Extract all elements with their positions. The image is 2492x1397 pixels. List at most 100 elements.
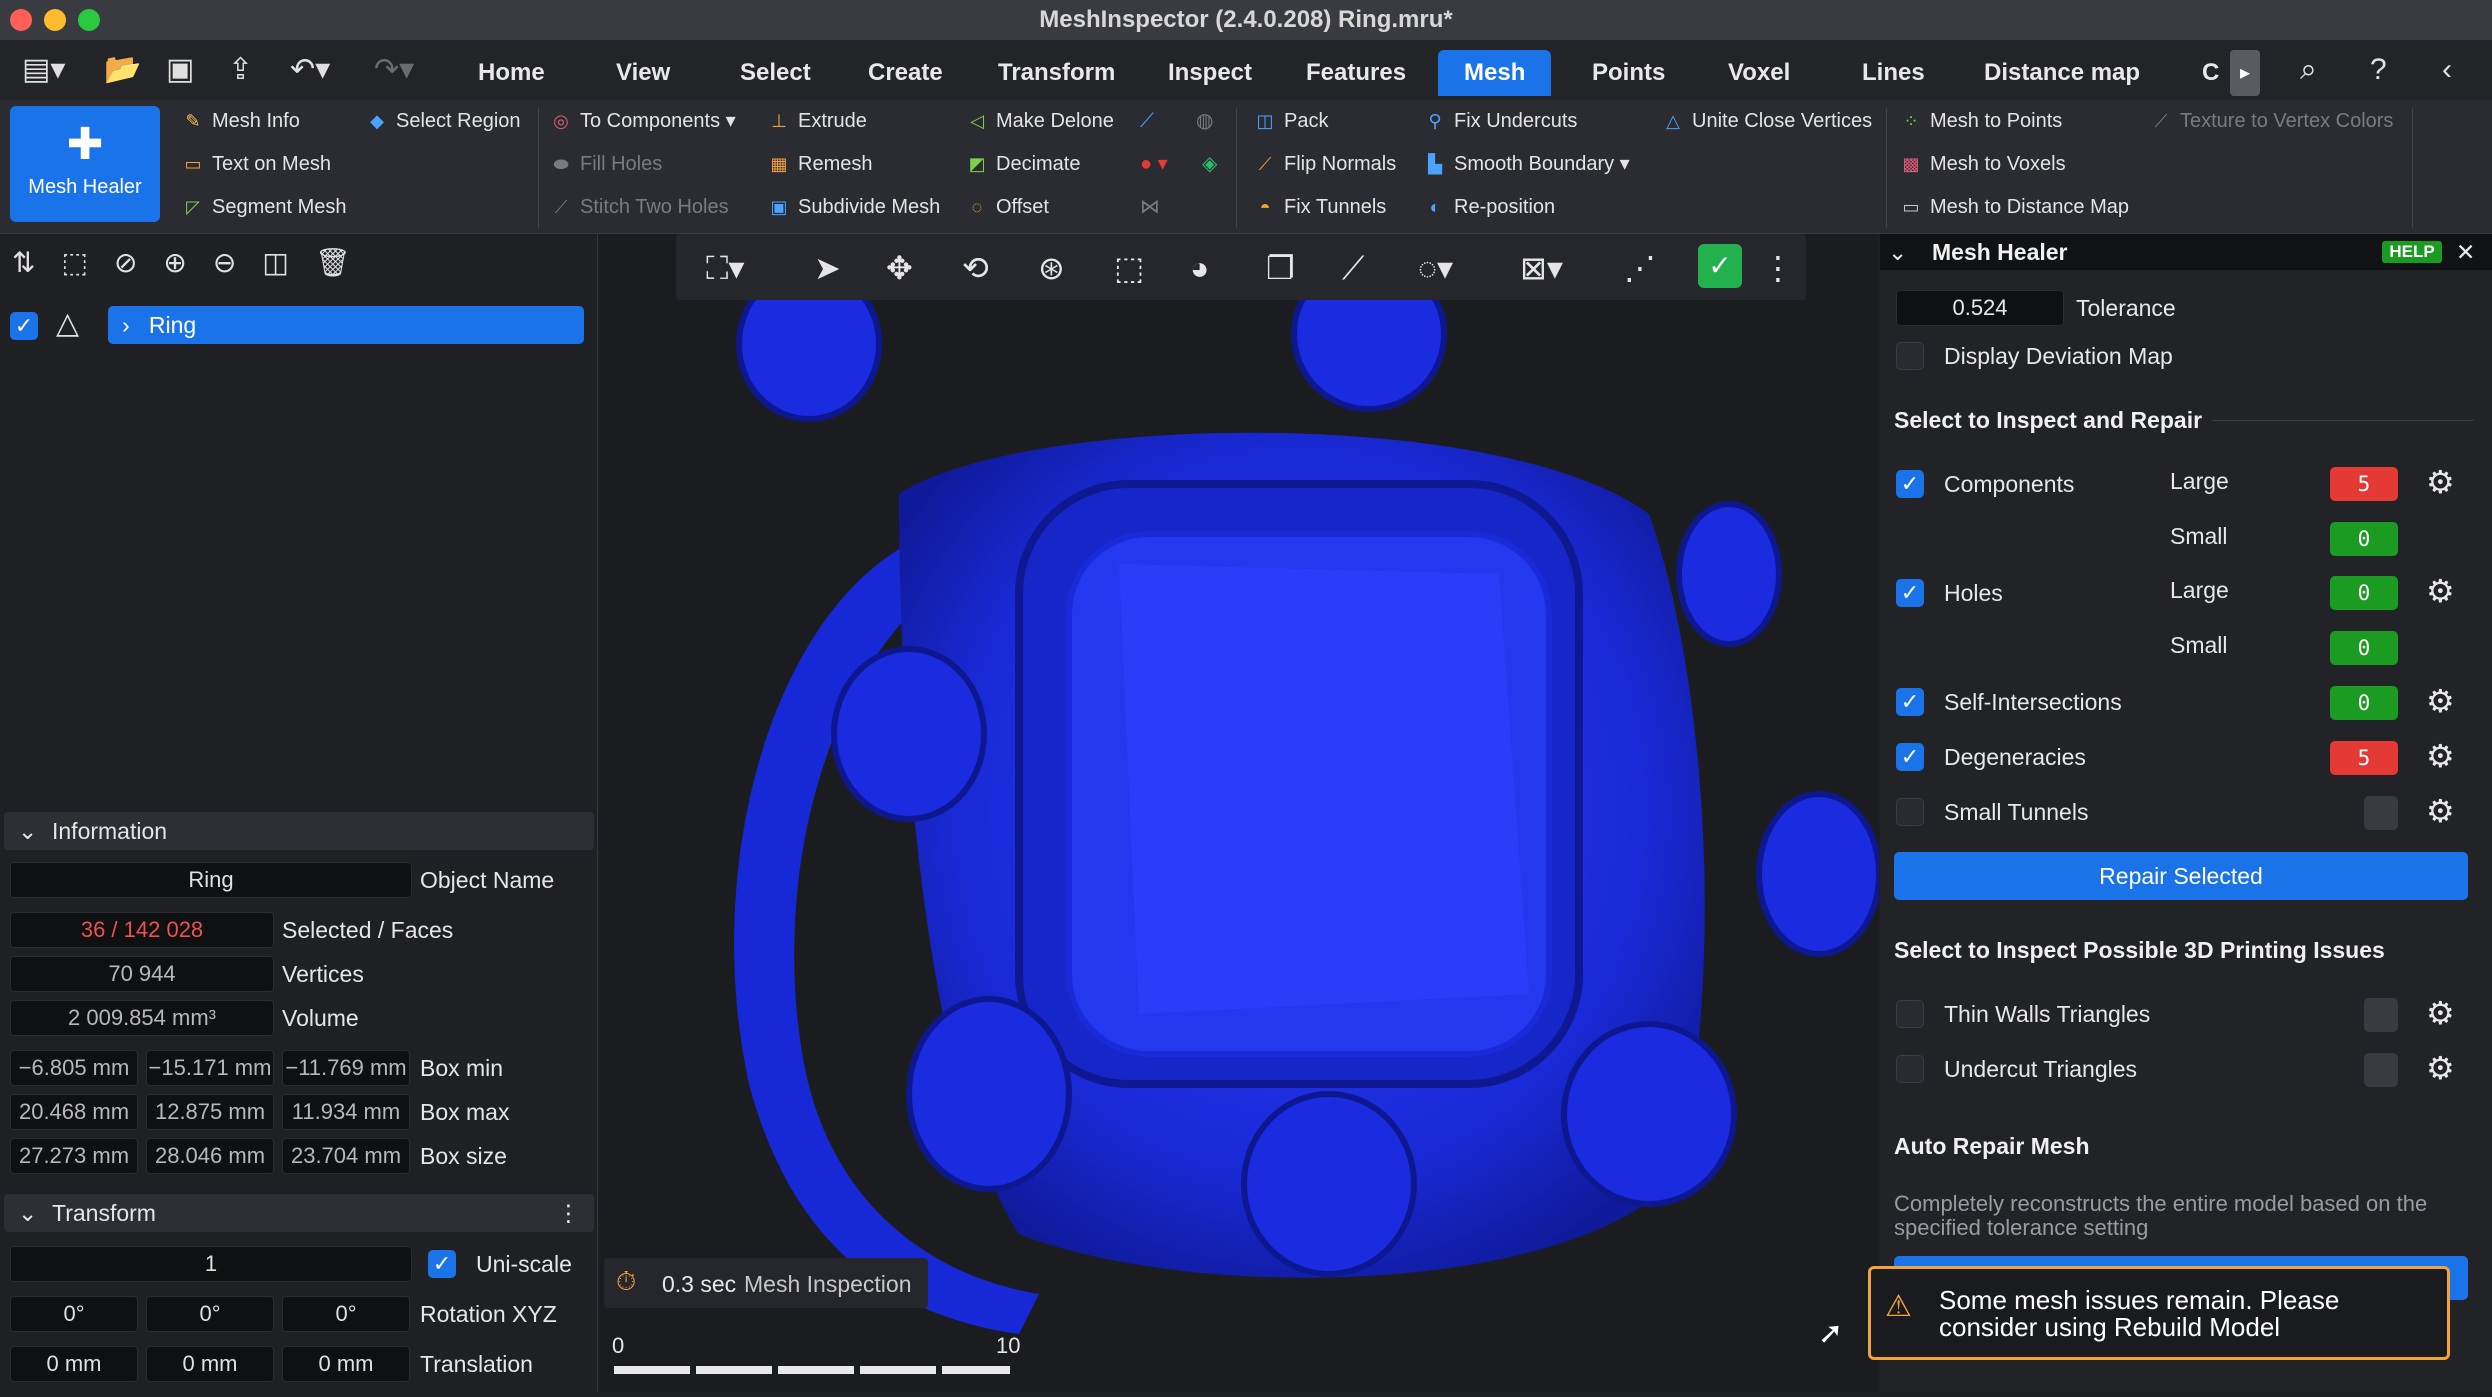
- open-folder-icon[interactable]: 📂: [104, 40, 141, 100]
- close-window-button[interactable]: [10, 9, 32, 31]
- minimize-window-button[interactable]: [44, 9, 66, 31]
- tab-transform[interactable]: Transform: [990, 50, 1123, 96]
- rotation-z[interactable]: 0°: [282, 1296, 410, 1332]
- fix-tunnels-button[interactable]: ◓ Fix Tunnels: [1254, 193, 1387, 221]
- select-all-icon[interactable]: ⬚: [61, 247, 113, 278]
- holes-checkbox[interactable]: ✓: [1896, 579, 1924, 607]
- clip-plane-icon[interactable]: ⟋: [1342, 248, 1364, 288]
- stitch-two-holes-button[interactable]: ⟋ Stitch Two Holes: [550, 193, 729, 221]
- components-settings-icon[interactable]: ⚙: [2426, 464, 2455, 500]
- mesh-to-distance-map-button[interactable]: ▭ Mesh to Distance Map: [1900, 193, 2129, 221]
- undo-icon[interactable]: ↶▾: [290, 40, 330, 100]
- rotation-x[interactable]: 0°: [10, 1296, 138, 1332]
- translation-x[interactable]: 0 mm: [10, 1346, 138, 1382]
- segment-mesh-button[interactable]: ◸ Segment Mesh: [182, 193, 346, 221]
- search-icon[interactable]: ⌕: [2300, 40, 2317, 100]
- deselect-icon[interactable]: ⊘: [114, 247, 163, 278]
- tab-features[interactable]: Features: [1298, 50, 1414, 96]
- flip-normals-button[interactable]: ⟋ Flip Normals: [1254, 150, 1397, 178]
- small-tunnels-checkbox[interactable]: [1896, 798, 1924, 826]
- rotate-object-icon[interactable]: ⟲: [962, 248, 989, 288]
- object-name-field[interactable]: Ring: [10, 862, 412, 898]
- mesh-info-button[interactable]: ✎ Mesh Info: [182, 107, 299, 135]
- lasso-icon[interactable]: ◌▾: [1418, 248, 1453, 288]
- duplicate-icon[interactable]: ◫: [262, 247, 314, 278]
- tab-scroll-icon[interactable]: ▸: [2230, 50, 2260, 96]
- re-position-button[interactable]: ◐ Re-position: [1424, 193, 1556, 221]
- bounding-box-icon[interactable]: ⬚: [1114, 248, 1144, 288]
- more-options-icon[interactable]: ⋮: [557, 1194, 580, 1232]
- undercut-checkbox[interactable]: [1896, 1055, 1924, 1083]
- help-badge[interactable]: HELP: [2382, 241, 2442, 263]
- tab-voxel[interactable]: Voxel: [1720, 50, 1798, 96]
- tab-home[interactable]: Home: [470, 50, 553, 96]
- tab-view[interactable]: View: [608, 50, 678, 96]
- thin-walls-settings-icon[interactable]: ⚙: [2426, 995, 2455, 1031]
- to-components-button[interactable]: ◎ To Components ▾: [550, 107, 736, 135]
- tab-mesh[interactable]: Mesh: [1438, 50, 1552, 96]
- mesh-healer-button[interactable]: ✚ Mesh Healer: [10, 106, 160, 222]
- tab-points[interactable]: Points: [1584, 50, 1673, 96]
- scale-field[interactable]: 1: [10, 1246, 412, 1282]
- information-header[interactable]: ⌄ Information: [4, 812, 594, 850]
- self-intersections-settings-icon[interactable]: ⚙: [2426, 683, 2455, 719]
- more-tools-icon[interactable]: ⋮: [1762, 248, 1794, 288]
- pack-button[interactable]: ◫ Pack: [1254, 107, 1328, 135]
- uniscale-checkbox[interactable]: ✓: [428, 1250, 456, 1278]
- mesh-to-voxels-button[interactable]: ▩ Mesh to Voxels: [1900, 150, 2065, 178]
- expand-chevron-icon[interactable]: ›: [122, 312, 130, 338]
- offset-button[interactable]: ◌ Offset: [966, 193, 1049, 221]
- thin-walls-checkbox[interactable]: [1896, 1000, 1924, 1028]
- help-icon[interactable]: ?: [2370, 40, 2387, 100]
- translation-y[interactable]: 0 mm: [146, 1346, 274, 1382]
- steering-icon[interactable]: ⊛: [1038, 248, 1065, 288]
- holes-settings-icon[interactable]: ⚙: [2426, 573, 2455, 609]
- delete-icon[interactable]: 🗑: [315, 247, 377, 278]
- panel-collapse-icon[interactable]: ⌄: [1888, 234, 1907, 270]
- sort-icon[interactable]: ⇅: [12, 247, 61, 278]
- move-icon[interactable]: ✥: [886, 248, 913, 288]
- tab-distance-map[interactable]: Distance map: [1976, 50, 2148, 96]
- extrude-button[interactable]: ⊥ Extrude: [768, 107, 867, 135]
- fix-undercuts-button[interactable]: ⚲ Fix Undercuts: [1424, 107, 1577, 135]
- collapse-ribbon-icon[interactable]: ‹: [2442, 40, 2452, 100]
- select-region-button[interactable]: ◆ Select Region: [366, 107, 520, 135]
- inspection-ok-icon[interactable]: ✓: [1698, 244, 1742, 288]
- remesh-button[interactable]: ▦ Remesh: [768, 150, 872, 178]
- paint-icon[interactable]: ● ▾: [1140, 150, 1168, 178]
- measure-icon[interactable]: ⋰: [1624, 248, 1656, 288]
- save-icon[interactable]: ▣: [166, 40, 194, 100]
- maximize-window-button[interactable]: [78, 9, 100, 31]
- warning-notification[interactable]: ⚠ Some mesh issues remain. Please consid…: [1868, 1266, 2450, 1360]
- export-icon[interactable]: ⇪: [228, 40, 253, 100]
- ortho-icon[interactable]: ❐: [1266, 248, 1295, 288]
- fit-view-icon[interactable]: ⛶▾: [706, 248, 744, 288]
- text-on-mesh-button[interactable]: ▭ Text on Mesh: [182, 150, 330, 178]
- move-up-icon[interactable]: ⊕: [163, 247, 212, 278]
- repair-selected-button[interactable]: Repair Selected: [1894, 852, 2468, 900]
- texture-to-vertex-colors-button[interactable]: ⟋ Texture to Vertex Colors: [2150, 107, 2394, 135]
- mesh-to-points-button[interactable]: ⁘ Mesh to Points: [1900, 107, 2062, 135]
- make-delone-button[interactable]: ◁ Make Delone: [966, 107, 1114, 135]
- self-intersections-checkbox[interactable]: ✓: [1896, 688, 1924, 716]
- redo-icon[interactable]: ↷▾: [374, 40, 414, 100]
- translation-z[interactable]: 0 mm: [282, 1346, 410, 1382]
- tab-select[interactable]: Select: [732, 50, 819, 96]
- transform-header[interactable]: ⌄ Transform ⋮: [4, 1194, 594, 1232]
- decimate-button[interactable]: ◩ Decimate: [966, 150, 1080, 178]
- subdivide-mesh-button[interactable]: ▣ Subdivide Mesh: [768, 193, 940, 221]
- degeneracies-settings-icon[interactable]: ⚙: [2426, 738, 2455, 774]
- unite-close-vertices-button[interactable]: △ Unite Close Vertices: [1662, 107, 1872, 135]
- tolerance-field[interactable]: 0.524: [1896, 290, 2064, 326]
- brush-icon[interactable]: ⟋: [1140, 107, 1154, 135]
- undercut-settings-icon[interactable]: ⚙: [2426, 1050, 2455, 1086]
- fill-holes-button[interactable]: ⬬ Fill Holes: [550, 150, 662, 178]
- deviation-map-checkbox[interactable]: [1896, 342, 1924, 370]
- small-tunnels-settings-icon[interactable]: ⚙: [2426, 793, 2455, 829]
- mirror-icon[interactable]: ⋈: [1140, 193, 1160, 221]
- close-panel-icon[interactable]: ✕: [2456, 234, 2475, 270]
- tab-overflow[interactable]: C: [2194, 50, 2227, 96]
- file-menu-icon[interactable]: ▤▾: [22, 40, 65, 100]
- scene-tree-item-ring[interactable]: › Ring: [108, 306, 584, 344]
- pointer-icon[interactable]: ➤: [814, 248, 841, 288]
